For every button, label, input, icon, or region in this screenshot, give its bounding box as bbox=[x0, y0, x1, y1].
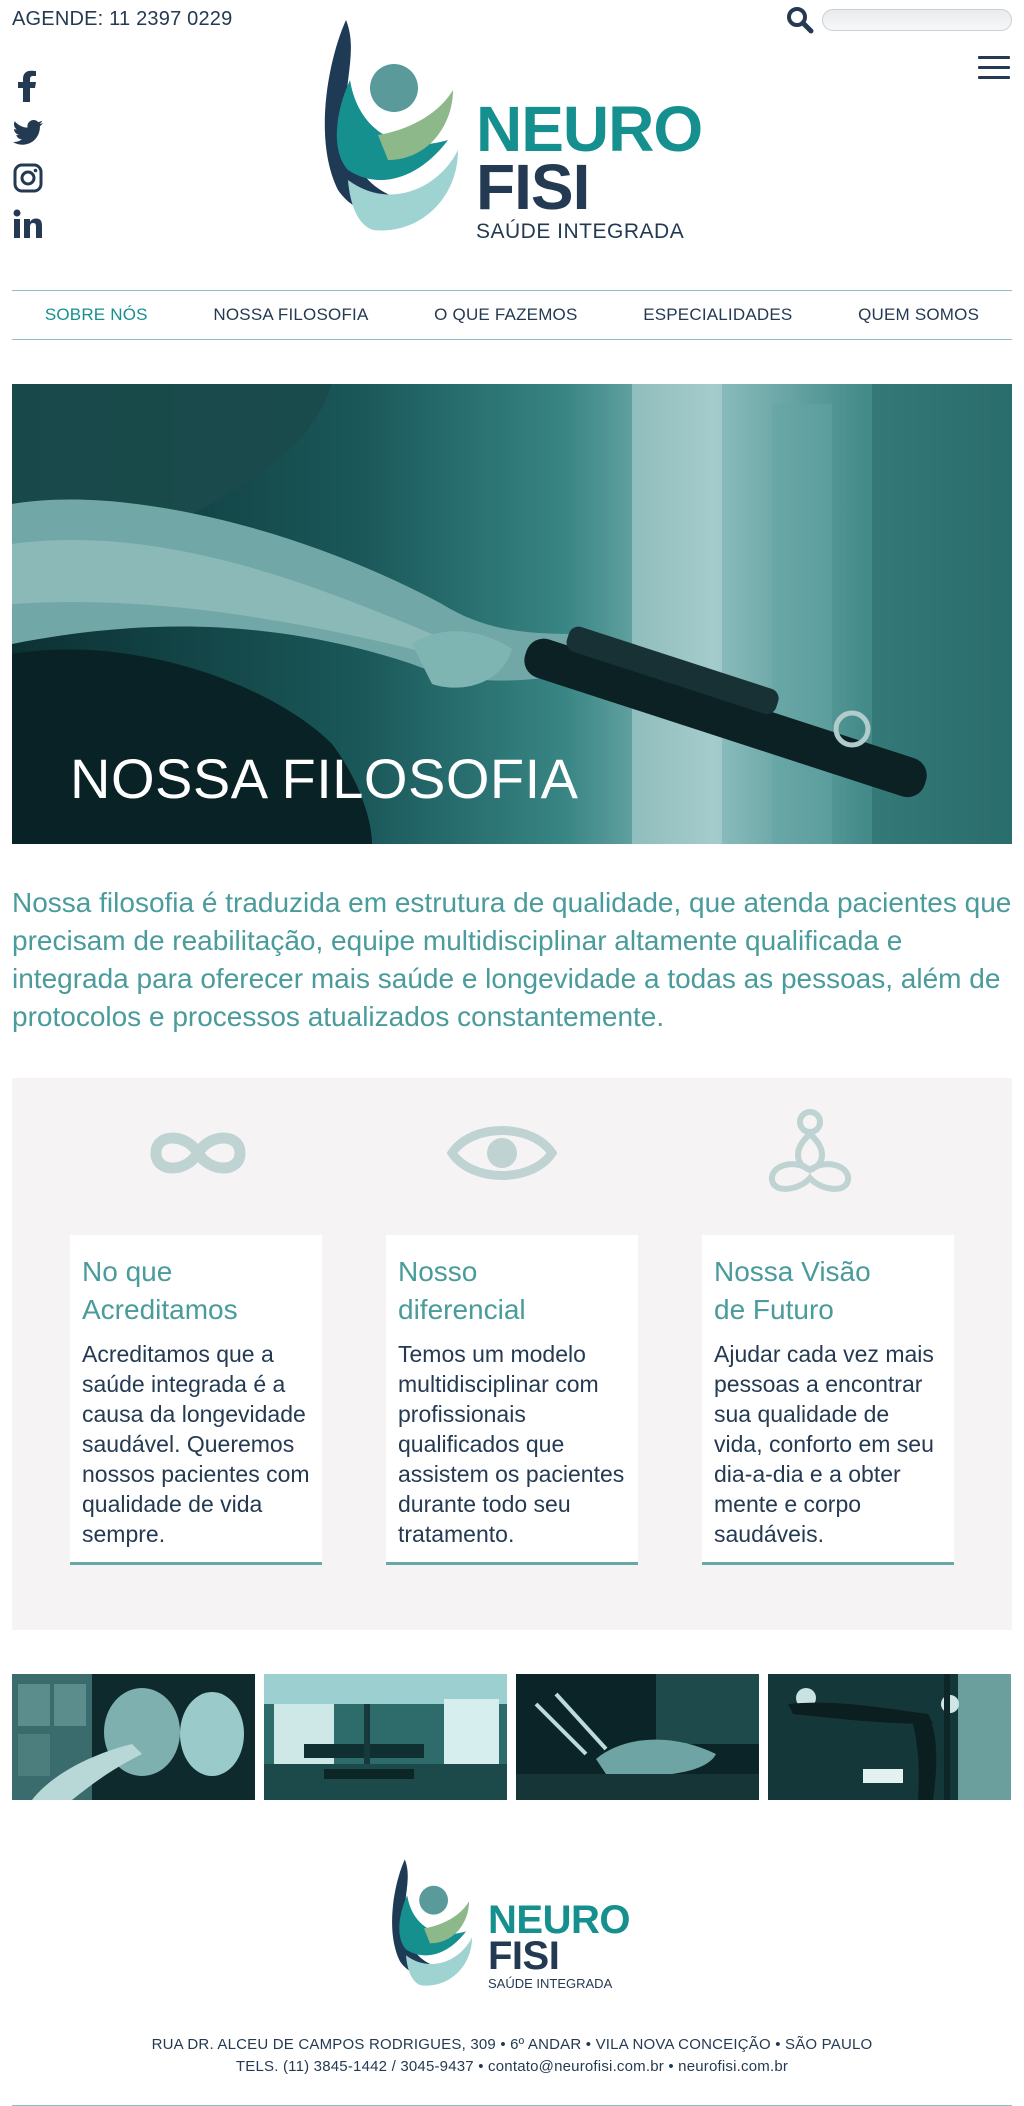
card-text: Ajudar cada vez mais pessoas a encontrar… bbox=[714, 1341, 934, 1547]
card-text: Acreditamos que a saúde integrada é a ca… bbox=[82, 1341, 310, 1547]
features-section: No que Acreditamos Acreditamos que a saúd… bbox=[12, 1078, 1012, 1630]
menu-icon[interactable] bbox=[978, 56, 1010, 82]
logo-tagline: SAÚDE INTEGRADA bbox=[476, 220, 685, 243]
nav-item-sobre-nos[interactable]: SOBRE NÓS bbox=[45, 305, 148, 325]
photo-gallery bbox=[12, 1674, 1012, 1800]
search-area bbox=[786, 6, 1012, 34]
main-nav: SOBRE NÓS NOSSA FILOSOFIA O QUE FAZEMOS … bbox=[12, 290, 1012, 340]
gym-photo[interactable] bbox=[264, 1674, 507, 1800]
footer-logo-fisi: FISI bbox=[488, 1934, 560, 1978]
nav-item-nossa-filosofia[interactable]: NOSSA FILOSOFIA bbox=[213, 305, 368, 325]
logo-mark-icon bbox=[324, 20, 458, 231]
footer-logo[interactable]: NEURO FISI SAÚDE INTEGRADA bbox=[388, 1856, 648, 1996]
footer-logo-neuro: NEURO bbox=[488, 1898, 630, 1942]
search-input[interactable] bbox=[822, 9, 1012, 31]
instagram-icon[interactable] bbox=[12, 162, 44, 194]
contact-line: TELS. (11) 3845-1442 / 3045-9437 • conta… bbox=[235, 2058, 789, 2075]
card-title: Nossa Visão de Futuro bbox=[714, 1256, 871, 1325]
pilates-photo[interactable] bbox=[516, 1674, 759, 1800]
infinity-icon bbox=[150, 1132, 246, 1174]
barre-photo[interactable] bbox=[768, 1674, 1011, 1800]
facebook-icon[interactable] bbox=[12, 70, 44, 102]
card-no-que-acreditamos: No que Acreditamos Acreditamos que a saúd… bbox=[70, 1235, 322, 1565]
logo-neuro-text: NEURO bbox=[476, 93, 703, 165]
footer-address: RUA DR. ALCEU DE CAMPOS RODRIGUES, 309 •… bbox=[0, 2034, 1024, 2078]
logo-mark-icon bbox=[392, 1859, 472, 1986]
logo-fisi-text: FISI bbox=[476, 151, 590, 223]
phone-text: AGENDE: 11 2397 0229 bbox=[12, 8, 233, 30]
nav-item-o-que-fazemos[interactable]: O QUE FAZEMOS bbox=[434, 305, 577, 325]
address-line: RUA DR. ALCEU DE CAMPOS RODRIGUES, 309 •… bbox=[151, 2036, 873, 2053]
card-nosso-diferencial: Nosso diferencial Temos um modelo multidi… bbox=[386, 1235, 638, 1565]
brand-logo[interactable]: NEURO FISI SAÚDE INTEGRADA bbox=[318, 20, 718, 243]
social-links bbox=[12, 70, 44, 240]
card-text: Temos um modelo multidisciplinar com pro… bbox=[398, 1341, 625, 1547]
twitter-icon[interactable] bbox=[12, 116, 44, 148]
card-nossa-visao-de-futuro: Nossa Visão de Futuro Ajudar cada vez mai… bbox=[702, 1235, 954, 1565]
hero-banner: NOSSA FILOSOFIA bbox=[12, 384, 1012, 844]
footer-logo-tagline: SAÚDE INTEGRADA bbox=[488, 1976, 613, 1991]
hero-title: NOSSA FILOSOFIA bbox=[70, 747, 579, 810]
intro-paragraph: Nossa filosofia é traduzida em estrutura… bbox=[12, 887, 1012, 1032]
meditation-icon bbox=[769, 1109, 851, 1192]
nav-item-quem-somos[interactable]: QUEM SOMOS bbox=[858, 305, 979, 325]
linkedin-icon[interactable] bbox=[12, 208, 44, 240]
card-title: Nosso diferencial bbox=[398, 1256, 526, 1325]
search-icon[interactable] bbox=[786, 6, 814, 34]
card-title: No que Acreditamos bbox=[82, 1256, 238, 1325]
eye-icon bbox=[447, 1126, 557, 1180]
xray-photo[interactable] bbox=[12, 1674, 255, 1800]
nav-item-especialidades[interactable]: ESPECIALIDADES bbox=[643, 305, 792, 325]
